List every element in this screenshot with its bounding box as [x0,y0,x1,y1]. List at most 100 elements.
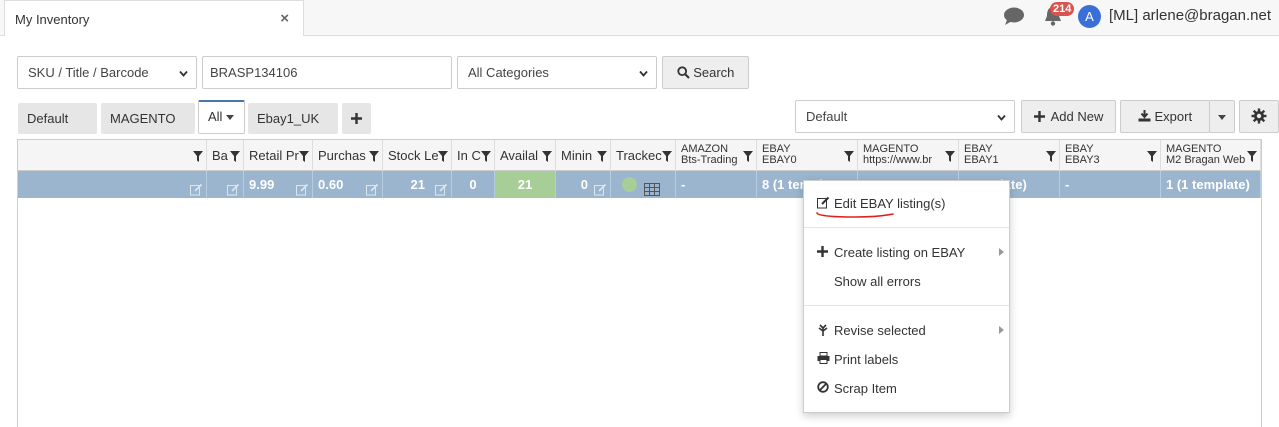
add-new-label: Add New [1050,109,1104,124]
search-input[interactable]: BRASP134106 [202,56,452,89]
column-header-minimum[interactable]: Minin [556,140,611,171]
add-view-button[interactable] [342,103,371,134]
column-header-magento1[interactable]: MAGENTO https://www.br [858,140,959,171]
column-header-label: Retail Pr [249,148,299,163]
filter-icon[interactable] [299,150,309,165]
edit-icon[interactable] [435,178,448,198]
view-ebay-dropdown[interactable]: Ebay1_UK [248,103,338,154]
column-header-available[interactable]: Availal [495,140,556,171]
menu-item-show-errors[interactable]: Show all errors [804,268,1009,294]
search-button-label: Search [693,65,735,80]
edit-icon[interactable] [190,178,203,198]
cell-available: 21 [495,171,556,198]
chat-icon[interactable] [1003,6,1025,29]
user-name[interactable]: [ML] arlene@bragan.net [1109,7,1271,24]
cell-barcode[interactable] [207,171,244,198]
print-icon [817,352,830,367]
column-header-label: Minin [561,148,593,163]
cell-amazon[interactable]: - [676,171,757,198]
view-select[interactable]: Default [795,100,1015,133]
plus-icon [817,245,828,260]
edit-icon[interactable] [296,178,309,198]
avatar[interactable]: A [1078,5,1101,28]
menu-item-label: Show all errors [834,274,921,289]
column-header-ebay0[interactable]: EBAY EBAY0 [757,140,858,171]
cell-purchase[interactable]: 0.60 [313,171,383,198]
column-header-stock-level[interactable]: Stock Le [383,140,452,171]
filter-icon[interactable] [438,150,448,165]
cell-retail-price[interactable]: 9.99 [244,171,313,198]
filter-icon[interactable] [481,150,491,165]
column-header-amazon[interactable]: AMAZON Bts-Trading [676,140,757,171]
settings-button[interactable] [1239,100,1279,133]
cell-in-c: 0 [452,171,495,198]
grid-header: Ba Retail Pr Purchas Stock Le In C Avail… [18,140,1261,171]
filter-icon[interactable] [542,150,552,165]
column-header-account: Bts-Trading [681,154,738,166]
filter-icon[interactable] [193,150,203,165]
menu-item-label: Scrap Item [834,381,897,396]
filter-icon[interactable] [597,150,607,165]
cell-tracked[interactable] [611,171,676,198]
column-header-purchase[interactable]: Purchas [313,140,383,171]
search-icon [676,66,690,79]
cell-minimum[interactable]: 0 [556,171,611,198]
column-header-ebay1[interactable]: EBAY EBAY1 [959,140,1060,171]
view-default-label: Default [27,111,69,126]
view-magento-label: MAGENTO [110,111,176,126]
column-header-tracked[interactable]: Trackec [611,140,676,171]
edit-icon[interactable] [594,178,607,198]
submenu-arrow-icon [999,248,1004,256]
column-header-ebay3[interactable]: EBAY EBAY3 [1060,140,1161,171]
column-header-magento2[interactable]: MAGENTO M2 Bragan Web [1161,140,1261,171]
export-button[interactable]: Export [1120,100,1210,133]
close-icon[interactable]: × [280,10,289,27]
search-type-select[interactable]: SKU / Title / Barcode [17,56,197,89]
cell-magento2[interactable]: 1 (1 template) [1161,171,1261,198]
filter-icon[interactable] [844,150,854,165]
search-button[interactable]: Search [662,56,749,89]
magento2-value: 1 (1 template) [1166,177,1250,192]
inventory-grid: Ba Retail Pr Purchas Stock Le In C Avail… [17,139,1262,427]
edit-icon[interactable] [366,178,379,198]
in-c-value: 0 [469,177,477,192]
ebay3-value: - [1065,177,1070,192]
cell-ebay3[interactable]: - [1060,171,1161,198]
view-default-button[interactable]: Default [18,103,97,155]
menu-item-revise-selected[interactable]: Revise selected [804,317,1009,343]
column-header-select[interactable] [18,140,207,171]
view-magento-dropdown[interactable]: MAGENTO [101,103,195,154]
category-value: All Categories [468,65,549,80]
add-new-button[interactable]: Add New [1021,100,1116,133]
cell-stock-level[interactable]: 21 [383,171,452,198]
filter-icon[interactable] [1046,150,1056,165]
minimum-value: 0 [580,177,588,192]
column-header-in-c[interactable]: In C [452,140,495,171]
menu-item-print-labels[interactable]: Print labels [804,346,1009,372]
filter-icon[interactable] [743,150,753,165]
column-header-label: MAGENTO M2 Bragan Web [1166,144,1245,166]
grid-icon[interactable] [644,178,660,198]
filter-icon[interactable] [945,150,955,165]
filter-icon[interactable] [1147,150,1157,165]
column-header-account: EBAY1 [964,154,999,166]
column-header-barcode[interactable]: Ba [207,140,244,171]
menu-item-create-listing[interactable]: Create listing on EBAY [804,239,1009,265]
filter-icon[interactable] [230,150,240,165]
caret-down-icon [226,115,235,121]
menu-item-scrap-item[interactable]: Scrap Item [804,375,1009,401]
tab-my-inventory[interactable]: My Inventory × [4,0,304,36]
table-row[interactable]: 9.99 0.60 21 0 21 0 - 8 (1 templ - 1 (1 … [18,171,1261,198]
edit-icon[interactable] [227,178,240,198]
filter-icon[interactable] [369,150,379,165]
chevron-down-icon [179,70,188,77]
context-menu: Edit EBAY listing(s) Create listing on E… [803,180,1010,413]
filter-icon[interactable] [662,150,672,165]
filter-icon[interactable] [1247,150,1257,165]
cell-select[interactable] [18,171,207,198]
export-dropdown-button[interactable] [1209,100,1235,133]
view-all-tab[interactable]: All [198,100,245,134]
category-select[interactable]: All Categories [457,56,657,89]
column-header-label: Purchas [318,148,366,163]
column-header-retail-price[interactable]: Retail Pr [244,140,313,171]
